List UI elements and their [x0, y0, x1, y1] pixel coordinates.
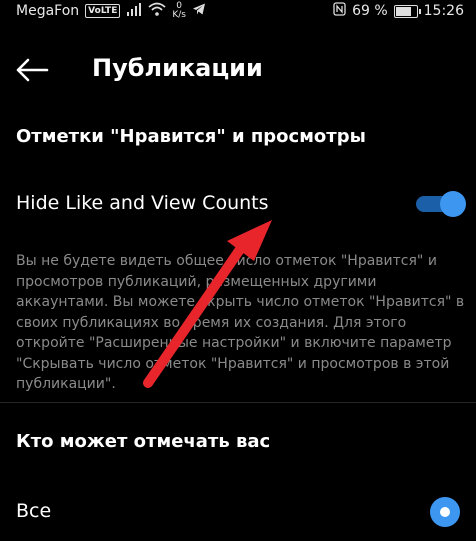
- volte-badge: VoLTE: [85, 4, 121, 18]
- network-speed-unit: K/s: [172, 10, 186, 20]
- hide-counts-label: Hide Like and View Counts: [16, 192, 269, 214]
- hide-counts-toggle[interactable]: [412, 190, 466, 218]
- hide-counts-description: Вы не будете видеть общее число отметок …: [16, 253, 465, 392]
- toggle-knob: [440, 191, 466, 217]
- nfc-icon: [333, 2, 346, 20]
- page-title: Публикации: [92, 54, 263, 82]
- network-speed: 0 K/s: [172, 2, 186, 20]
- signal-icon: [126, 2, 142, 20]
- status-left: MegaFon VoLTE 0 K/s: [16, 2, 206, 20]
- section-divider: [0, 402, 476, 403]
- back-button[interactable]: [12, 52, 52, 88]
- tag-option-everyone-radio[interactable]: [430, 497, 460, 527]
- radio-selected-dot: [440, 507, 450, 517]
- status-right: 69 % 15:26: [333, 2, 464, 20]
- likes-section-title: Отметки "Нравится" и просмотры: [16, 126, 366, 147]
- tagging-section-title: Кто может отмечать вас: [16, 431, 271, 452]
- telegram-icon: [192, 2, 206, 20]
- clock: 15:26: [423, 3, 464, 19]
- status-bar: MegaFon VoLTE 0 K/s 69 % 15:26: [0, 0, 476, 26]
- battery-icon: [393, 4, 421, 18]
- tag-option-everyone-label: Все: [16, 500, 52, 522]
- wifi-icon: [148, 2, 166, 20]
- arrow-left-icon: [16, 58, 49, 82]
- battery-percent: 69 %: [352, 3, 388, 19]
- carrier-name: MegaFon: [16, 3, 80, 19]
- header: Публикации: [0, 40, 476, 100]
